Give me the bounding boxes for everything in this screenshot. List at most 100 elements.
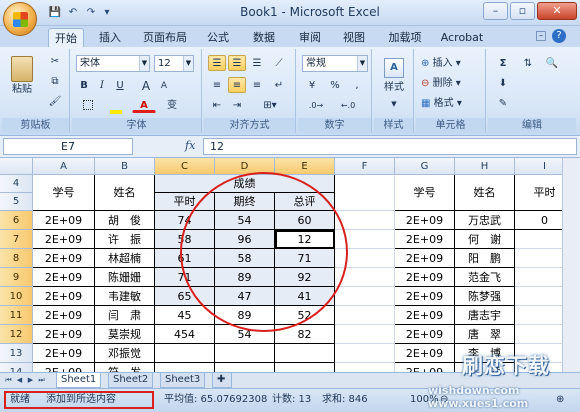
save-icon[interactable]: 💾 [48,6,62,19]
undo-icon[interactable]: ↶ [66,6,80,19]
table-cell[interactable]: 2E+09 [395,268,455,287]
table-cell[interactable]: 闫 肃 [95,306,155,325]
wrap-text-icon[interactable]: ↵ [270,77,288,93]
table-cell[interactable]: 2E+09 [33,249,95,268]
table-cell[interactable]: 96 [215,230,275,249]
align-bottom-icon[interactable]: ☰ [248,55,266,71]
tab-insert[interactable]: 插入 [92,28,128,47]
find-icon[interactable]: 🔍 [542,55,562,71]
format-cells-button[interactable]: ▦ 格式 ▾ [420,95,480,111]
worksheet-grid[interactable]: ABCDEFGHI 456789101112131415 学号姓名成绩平时期终总… [0,158,562,372]
header-student-id[interactable]: 学号 [33,175,95,211]
table-cell[interactable] [335,249,395,268]
font-size-field[interactable]: 12 ▼ [154,55,194,72]
chevron-down-icon[interactable]: ▼ [183,56,193,71]
row-header-10[interactable]: 10 [0,287,33,306]
align-center-icon[interactable]: ≡ [228,77,246,93]
column-header-a[interactable]: A [33,158,95,175]
column-header-b[interactable]: B [95,158,155,175]
chevron-down-icon[interactable]: ▼ [357,56,367,71]
table-cell[interactable]: 2E+09 [395,306,455,325]
first-sheet-icon[interactable]: ⏮ [4,375,13,386]
column-header-c[interactable]: C [155,158,215,175]
table-cell[interactable]: 58 [215,249,275,268]
table-cell[interactable]: 47 [215,287,275,306]
table-cell[interactable]: 2E+09 [395,230,455,249]
help-icon[interactable]: ? [552,29,566,43]
row-header-6[interactable]: 6 [0,211,33,230]
table-cell[interactable]: 2E+09 [33,344,95,363]
table-cell[interactable]: 2E+09 [395,363,455,372]
row-header-4[interactable]: 4 [0,175,33,193]
sheet-tab-sheet1[interactable]: Sheet1 [56,373,102,388]
table-cell[interactable]: 2E+09 [33,325,95,344]
increase-decimal-icon[interactable]: .0→ [302,97,330,113]
cut-icon[interactable]: ✂ [46,53,64,71]
table-cell[interactable]: 2E+09 [33,211,95,230]
tab-home[interactable]: 开始 [48,28,84,47]
prev-sheet-icon[interactable]: ◀ [15,375,24,386]
font-name-field[interactable]: 宋体 ▼ [76,55,150,72]
decrease-indent-icon[interactable]: ⇤ [208,97,226,113]
clear-icon[interactable]: ✎ [492,95,514,111]
column-header-g[interactable]: G [395,158,455,175]
select-all-corner[interactable] [0,158,33,175]
row-header-9[interactable]: 9 [0,268,33,287]
office-button[interactable] [3,2,37,36]
header-regular-2[interactable]: 平时 [515,175,562,211]
table-cell[interactable]: 52 [275,306,335,325]
row-header-8[interactable]: 8 [0,249,33,268]
vertical-scrollbar[interactable] [562,158,580,372]
table-cell[interactable]: 2E+09 [33,363,95,372]
table-cell[interactable]: 92 [275,268,335,287]
row-header-7[interactable]: 7 [0,230,33,249]
align-middle-icon[interactable]: ☰ [228,55,246,71]
copy-icon[interactable]: ⧉ [46,73,64,91]
table-cell[interactable]: 2E+09 [33,287,95,306]
table-cell[interactable] [515,325,562,344]
chevron-down-icon[interactable]: ▼ [139,56,149,71]
row-header-13[interactable]: 13 [0,344,33,363]
table-cell[interactable]: 41 [275,287,335,306]
table-cell[interactable] [335,287,395,306]
tab-addins[interactable]: 加载项 [382,28,428,47]
column-header-i[interactable]: I [515,158,562,175]
table-cell[interactable]: 65 [155,287,215,306]
tab-page-layout[interactable]: 页面布局 [138,28,192,47]
tab-data[interactable]: 数据 [246,28,282,47]
table-cell[interactable] [335,325,395,344]
table-cell[interactable]: 2E+09 [33,230,95,249]
customize-qat-icon[interactable]: ▾ [100,6,114,19]
header-name-2[interactable]: 姓名 [455,175,515,211]
table-cell[interactable] [335,344,395,363]
paste-button[interactable]: 粘贴 [6,53,38,105]
table-cell[interactable]: 何 谢 [455,230,515,249]
table-cell[interactable] [515,249,562,268]
table-cell[interactable]: 454 [155,325,215,344]
table-cell[interactable]: 82 [275,325,335,344]
table-cell[interactable]: 2E+09 [395,287,455,306]
merge-center-icon[interactable]: ⊞▾ [252,97,288,113]
last-sheet-icon[interactable]: ⏭ [37,375,46,386]
table-cell[interactable]: 58 [155,230,215,249]
orientation-icon[interactable]: ⟋ [270,55,288,71]
table-cell[interactable] [335,363,395,372]
sheet-tab-sheet2[interactable]: Sheet2 [108,373,154,388]
table-cell[interactable] [515,268,562,287]
restore-button[interactable]: ▫ [510,2,535,20]
formula-input[interactable]: 12 [203,138,577,155]
header-total[interactable]: 总评 [275,193,335,211]
table-cell[interactable] [275,344,335,363]
comma-button[interactable]: , [348,77,366,93]
table-cell[interactable] [515,306,562,325]
table-cell[interactable] [275,363,335,372]
header-regular[interactable]: 平时 [155,193,215,211]
minimize-ribbon-icon[interactable]: – [536,31,546,41]
row-header-12[interactable]: 12 [0,325,33,344]
underline-button[interactable]: U [112,77,128,93]
table-cell[interactable]: 2E+09 [33,268,95,287]
insert-cells-button[interactable]: ⊕ 插入 ▾ [420,55,480,71]
table-cell[interactable]: 陈梦强 [455,287,515,306]
borders-button[interactable] [76,97,100,113]
tab-review[interactable]: 审阅 [292,28,328,47]
